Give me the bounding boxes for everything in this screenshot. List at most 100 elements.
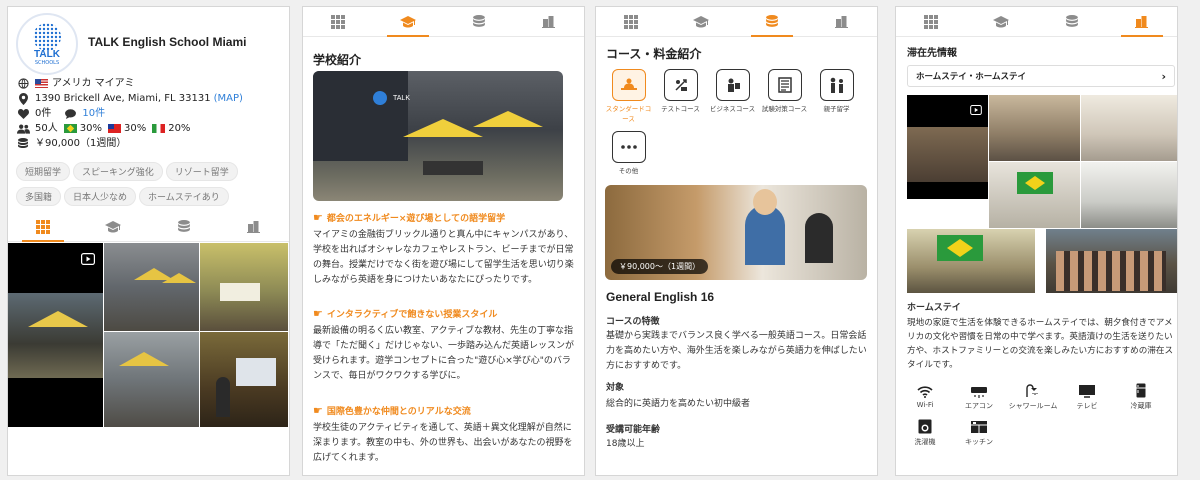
map-link[interactable]: (MAP) bbox=[214, 91, 243, 106]
air-conditioner-icon bbox=[971, 387, 987, 398]
feature-text: 学校生徒のアクティビティを通して、英語＋異文化理解が自然に深まります。教室の中も… bbox=[313, 423, 573, 463]
tag[interactable]: 日本人少なめ bbox=[64, 187, 137, 206]
reaction-row: 0件 10件 bbox=[16, 106, 286, 121]
photo-patio-1[interactable] bbox=[104, 243, 199, 331]
course-category-list: スタンダードコース テストコース ビジネスコース 試験対策コース 親子留学 その… bbox=[605, 69, 875, 175]
graduation-cap-icon bbox=[105, 220, 122, 232]
tab-bar bbox=[896, 7, 1177, 37]
stay-photo-classroom[interactable] bbox=[907, 229, 1035, 293]
stay-photo-bedroom[interactable] bbox=[989, 95, 1080, 161]
address-text: 1390 Brickell Ave, Miami, FL 33131 bbox=[35, 93, 211, 104]
grid-icon bbox=[36, 219, 51, 234]
nationality-2-ratio: 30% bbox=[123, 123, 147, 134]
school-intro-panel: 学校紹介 TALK ☛ 都会のエネルギー×遊び場としての語学留学 マイアミの金融街… bbox=[302, 6, 585, 476]
kitchen-icon bbox=[971, 421, 987, 433]
tab-bar bbox=[303, 7, 584, 37]
italy-flag-icon bbox=[152, 124, 166, 133]
amenity-shower: シャワールーム bbox=[1008, 384, 1058, 411]
course-category-exam[interactable]: 試験対策コース bbox=[761, 69, 808, 113]
amenity-tv: テレビ bbox=[1062, 384, 1112, 411]
tag[interactable]: リゾート留学 bbox=[165, 162, 238, 181]
building-icon bbox=[1135, 16, 1149, 28]
nationality-1-ratio: 30% bbox=[79, 123, 102, 134]
tab-courses[interactable] bbox=[149, 212, 219, 241]
students-count: 50人 bbox=[35, 123, 58, 134]
tab-stay[interactable] bbox=[807, 7, 877, 36]
feature-heading: ☛ 都会のエネルギー×遊び場としての語学留学 bbox=[313, 211, 506, 224]
fridge-icon bbox=[1136, 383, 1146, 398]
section-title: 学校紹介 bbox=[313, 53, 362, 67]
tag-list: 短期留学 スピーキング強化 リゾート留学 多国籍 日本人少なめ ホームステイあり bbox=[16, 160, 286, 210]
tag[interactable]: ホームステイあり bbox=[139, 187, 229, 206]
tag[interactable]: 短期留学 bbox=[16, 162, 71, 181]
amenity-list: Wi-Fi エアコン シャワールーム テレビ 冷蔵庫 洗濯機 キッチン bbox=[900, 383, 1177, 447]
tab-school[interactable] bbox=[666, 7, 736, 36]
photo-classroom-2[interactable] bbox=[200, 332, 288, 427]
tab-photos[interactable] bbox=[896, 7, 966, 36]
section-title: コース・料金紹介 bbox=[606, 47, 702, 61]
amenity-fridge: 冷蔵庫 bbox=[1116, 383, 1166, 411]
stay-photo-kitchen[interactable] bbox=[1081, 162, 1177, 228]
tab-courses[interactable] bbox=[737, 7, 807, 37]
video-play-icon[interactable] bbox=[81, 250, 96, 269]
video-play-icon[interactable] bbox=[970, 100, 982, 119]
pointing-hand-icon: ☛ bbox=[313, 211, 323, 224]
likes-count: 0件 bbox=[35, 108, 52, 119]
school-building-photo[interactable]: TALK bbox=[313, 71, 563, 201]
course-category-test[interactable]: テストコース bbox=[657, 69, 704, 113]
tab-photos[interactable] bbox=[596, 7, 666, 36]
graduation-cap-icon bbox=[993, 15, 1010, 27]
course-category-other[interactable]: その他 bbox=[605, 131, 652, 175]
tab-stay[interactable] bbox=[1107, 7, 1177, 37]
stay-photo-bathroom[interactable] bbox=[1081, 95, 1177, 161]
country-text: アメリカ マイアミ bbox=[52, 78, 135, 89]
photo-classroom-1[interactable] bbox=[200, 243, 288, 331]
comment-icon[interactable] bbox=[63, 108, 77, 119]
tag[interactable]: 多国籍 bbox=[16, 187, 62, 206]
tab-school[interactable] bbox=[966, 7, 1036, 36]
logo-subtext: SCHOOLS bbox=[34, 60, 60, 66]
map-pin-icon bbox=[16, 92, 30, 105]
course-photo[interactable]: ￥90,000～（1週間） bbox=[605, 185, 867, 280]
tab-stay[interactable] bbox=[514, 7, 584, 36]
test-course-icon bbox=[674, 79, 687, 91]
amenity-washer: 洗濯機 bbox=[900, 419, 950, 447]
photo-video[interactable] bbox=[8, 243, 103, 427]
building-icon bbox=[247, 221, 261, 233]
tab-school[interactable] bbox=[78, 212, 148, 241]
pointing-hand-icon: ☛ bbox=[313, 307, 323, 320]
section-title: 滞在先情報 bbox=[907, 48, 957, 59]
tab-stay[interactable] bbox=[219, 212, 289, 241]
stay-photo-livingroom[interactable] bbox=[989, 162, 1080, 228]
standard-course-icon bbox=[620, 78, 637, 90]
school-overview-panel: TALK SCHOOLS TALK English School Miami ア… bbox=[7, 6, 290, 476]
course-name: General English 16 bbox=[606, 290, 715, 304]
logo-text: TALK bbox=[34, 49, 60, 60]
stay-photo-group[interactable] bbox=[1046, 229, 1177, 293]
brazil-flag-icon bbox=[63, 124, 77, 133]
feature-text: マイアミの金融街ブリックル通りと真ん中にキャンパスがあり、学校を出ればオシャレな… bbox=[313, 230, 574, 285]
globe-icon bbox=[16, 78, 30, 89]
family-course-icon bbox=[830, 77, 843, 93]
photo-patio-2[interactable] bbox=[104, 332, 199, 427]
stay-video[interactable] bbox=[907, 95, 988, 199]
coins-icon bbox=[16, 138, 30, 149]
chevron-right-icon: › bbox=[1161, 69, 1166, 83]
course-category-standard[interactable]: スタンダードコース bbox=[605, 69, 652, 123]
course-feature-label: コースの特徴 bbox=[606, 317, 660, 327]
stay-type-dropdown[interactable]: ホームステイ・ホームステイ › bbox=[907, 65, 1175, 87]
amenity-wifi: Wi-Fi bbox=[900, 386, 950, 409]
tab-photos[interactable] bbox=[303, 7, 373, 36]
tab-school[interactable] bbox=[373, 7, 443, 37]
tag[interactable]: スピーキング強化 bbox=[73, 162, 163, 181]
course-category-family[interactable]: 親子留学 bbox=[813, 69, 860, 113]
heart-icon[interactable] bbox=[16, 108, 30, 119]
tab-courses[interactable] bbox=[444, 7, 514, 36]
comments-link[interactable]: 10件 bbox=[82, 106, 105, 121]
tab-courses[interactable] bbox=[1037, 7, 1107, 36]
shower-icon bbox=[1026, 384, 1038, 397]
tv-icon bbox=[1079, 385, 1095, 398]
course-category-business[interactable]: ビジネスコース bbox=[709, 69, 756, 113]
price-badge: ￥90,000～（1週間） bbox=[611, 259, 709, 274]
tab-photos[interactable] bbox=[8, 212, 78, 242]
